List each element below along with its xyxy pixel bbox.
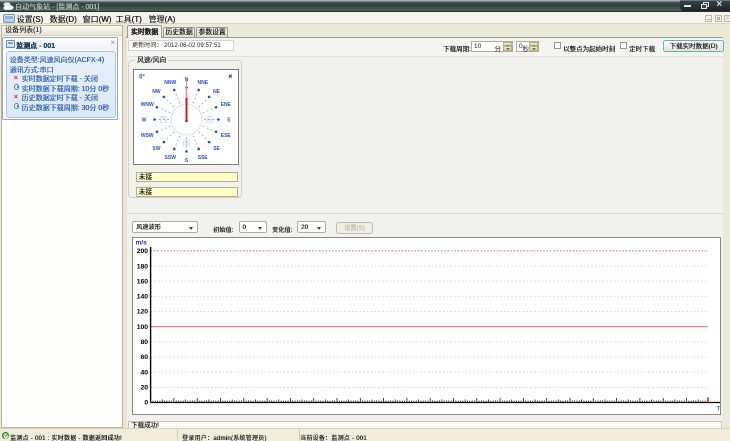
- svg-text:120: 120: [136, 308, 148, 315]
- svg-text:180: 180: [136, 263, 148, 270]
- svg-text:SW: SW: [152, 146, 160, 152]
- svg-text:80: 80: [140, 339, 148, 346]
- svg-text:S: S: [185, 158, 189, 164]
- svg-text:E: E: [227, 118, 231, 124]
- svg-text:SE: SE: [213, 146, 220, 152]
- svg-text:NW: NW: [152, 89, 161, 95]
- svg-text:m/s: m/s: [135, 239, 147, 246]
- svg-text:T: T: [716, 405, 720, 412]
- svg-text:W: W: [142, 118, 147, 124]
- svg-text:NE: NE: [213, 89, 221, 95]
- svg-text:140: 140: [136, 293, 148, 300]
- svg-text:SSW: SSW: [165, 155, 177, 161]
- svg-text:SSE: SSE: [198, 155, 209, 161]
- svg-text:NNW: NNW: [164, 80, 176, 86]
- svg-text:0: 0: [144, 399, 148, 406]
- svg-text:NNE: NNE: [197, 80, 208, 86]
- svg-text:ENE: ENE: [221, 102, 232, 108]
- svg-text:60: 60: [140, 354, 148, 361]
- svg-text:ESE: ESE: [221, 133, 232, 139]
- svg-text:100: 100: [136, 323, 148, 330]
- svg-text:0°: 0°: [139, 75, 145, 81]
- svg-text:WSW: WSW: [141, 133, 154, 139]
- svg-text:20: 20: [140, 384, 148, 391]
- svg-text:40: 40: [140, 369, 148, 376]
- svg-text:WNW: WNW: [141, 102, 154, 108]
- svg-text:200: 200: [136, 248, 148, 255]
- svg-text:160: 160: [136, 278, 148, 285]
